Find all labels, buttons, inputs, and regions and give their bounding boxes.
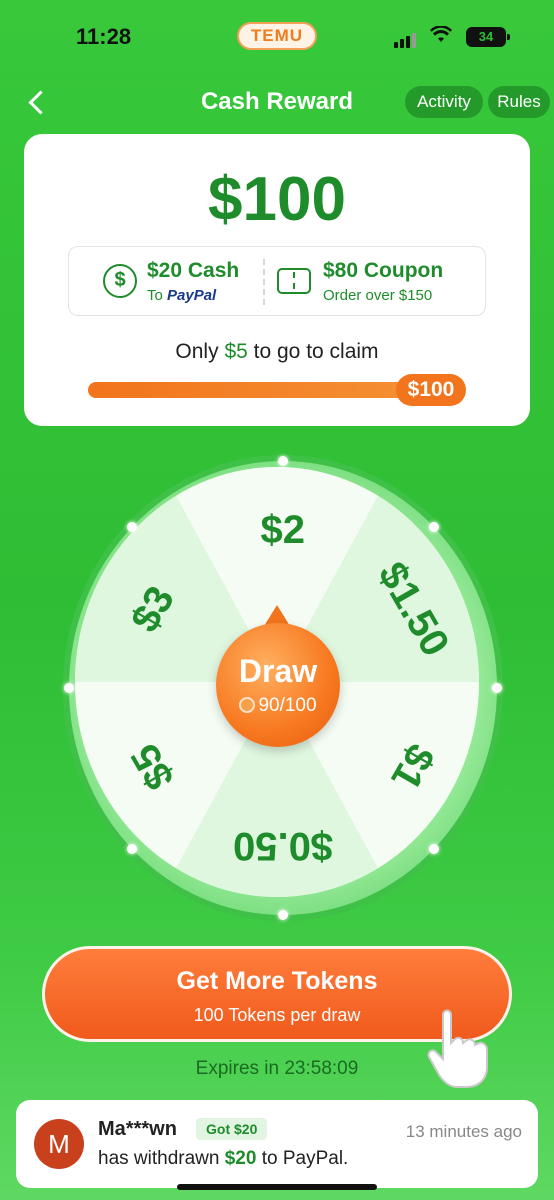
status-bar: 11:28 TEMU 34 xyxy=(0,0,554,70)
wheel-light xyxy=(492,683,502,693)
app-indicator-badge: TEMU xyxy=(237,22,317,50)
claim-progress-text: Only $5 to go to claim xyxy=(24,340,530,364)
notification-msg-suffix: to PayPal. xyxy=(261,1148,349,1169)
cash-sub-prefix: To xyxy=(147,287,163,304)
wheel-prize-label: $0.50 xyxy=(233,824,334,868)
coupon-ticket-icon xyxy=(277,268,311,294)
divider xyxy=(263,259,265,305)
claim-remaining-amount: $5 xyxy=(224,340,248,363)
claim-suffix: to go to claim xyxy=(253,340,379,363)
avatar: M xyxy=(34,1119,84,1169)
notification-message: has withdrawn $20 to PayPal. xyxy=(98,1148,348,1170)
claim-prefix: Only xyxy=(175,340,219,363)
battery-icon: 34 xyxy=(466,27,510,47)
progress-goal-badge: $100 xyxy=(396,374,466,406)
cash-reward-destination: To PayPal xyxy=(147,287,216,304)
cta-title: Get More Tokens xyxy=(176,967,378,995)
wheel-light xyxy=(278,910,288,920)
prize-wheel: $2 $1.50 $1 $0.50 $5 $3 Draw 90/100 xyxy=(63,455,503,921)
notification-user: Ma***wn xyxy=(98,1118,177,1140)
notification-msg-prefix: has withdrawn xyxy=(98,1148,220,1169)
progress-fill xyxy=(88,382,446,398)
dollar-circle-icon: $ xyxy=(103,264,137,298)
draw-count-value: 90/100 xyxy=(258,695,317,716)
expires-countdown: Expires in 23:58:09 xyxy=(195,1058,359,1079)
activity-button[interactable]: Activity xyxy=(405,86,483,118)
paypal-logo: PayPal xyxy=(167,287,217,304)
coupon-reward-title: $80 Coupon xyxy=(323,259,444,282)
wifi-icon xyxy=(430,25,452,49)
draw-button[interactable]: Draw 90/100 xyxy=(216,623,340,747)
wheel-light xyxy=(126,843,137,854)
header: Cash Reward Activity Rules xyxy=(0,80,554,124)
signal-icon xyxy=(394,30,418,48)
withdrawal-notification: M Ma***wn Got $20 13 minutes ago has wit… xyxy=(16,1100,538,1188)
reward-total-amount: $100 xyxy=(208,165,346,234)
wheel-light xyxy=(429,843,440,854)
draw-token-count: 90/100 xyxy=(216,695,340,717)
notification-amount: $20 xyxy=(224,1148,257,1169)
draw-label: Draw xyxy=(238,653,318,689)
token-icon xyxy=(239,697,256,713)
rules-button[interactable]: Rules xyxy=(488,86,550,118)
coupon-condition: Order over $150 xyxy=(323,287,433,304)
home-indicator xyxy=(177,1184,377,1190)
wheel-light xyxy=(278,456,288,466)
notification-time: 13 minutes ago xyxy=(405,1122,522,1141)
reward-card: $100 $ $20 Cash To PayPal $80 Coupon Ord… xyxy=(24,134,530,426)
cash-reward-title: $20 Cash xyxy=(147,259,240,282)
wheel-light xyxy=(64,683,74,693)
wheel-prize-label: $2 xyxy=(260,508,306,552)
status-time: 11:28 xyxy=(76,24,132,49)
reward-breakdown: $ $20 Cash To PayPal $80 Coupon Order ov… xyxy=(68,246,486,316)
notification-badge: Got $20 xyxy=(196,1118,268,1140)
